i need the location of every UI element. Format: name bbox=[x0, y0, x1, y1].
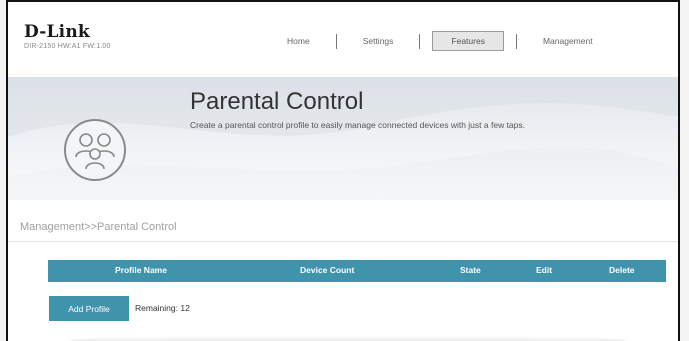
browser-frame: D-Link DIR-2150 HW:A1 FW:1.00 Home Setti… bbox=[6, 0, 680, 341]
column-state: State bbox=[460, 265, 481, 275]
page-title: Parental Control bbox=[190, 88, 364, 115]
brand-name: D-Link bbox=[24, 22, 90, 42]
nav-home[interactable]: Home bbox=[273, 36, 324, 46]
page-subtitle: Create a parental control profile to eas… bbox=[190, 120, 525, 130]
main-nav: Home Settings Features Management bbox=[273, 30, 607, 52]
nav-settings[interactable]: Settings bbox=[349, 36, 408, 46]
column-profile-name: Profile Name bbox=[115, 265, 167, 275]
column-delete: Delete bbox=[609, 265, 635, 275]
section-divider bbox=[8, 241, 678, 242]
dlink-logo[interactable]: D-Link DIR-2150 HW:A1 FW:1.00 bbox=[24, 22, 111, 50]
add-profile-button[interactable]: Add Profile bbox=[49, 296, 129, 321]
family-icon bbox=[64, 119, 126, 181]
column-edit: Edit bbox=[536, 265, 553, 275]
nav-management[interactable]: Management bbox=[529, 36, 607, 46]
nav-separator bbox=[515, 33, 517, 49]
column-device-count: Device Count bbox=[300, 265, 355, 275]
nav-features[interactable]: Features bbox=[432, 31, 504, 51]
profile-table-header: Profile Name Device Count State Edit Del… bbox=[48, 260, 666, 282]
top-header: D-Link DIR-2150 HW:A1 FW:1.00 Home Setti… bbox=[8, 2, 678, 76]
footer-shadow bbox=[68, 336, 628, 341]
model-info: DIR-2150 HW:A1 FW:1.00 bbox=[24, 43, 111, 50]
nav-separator bbox=[419, 33, 421, 49]
remaining-count: Remaining: 12 bbox=[135, 303, 190, 313]
breadcrumb: Management>>Parental Control bbox=[20, 221, 177, 233]
nav-separator bbox=[335, 33, 337, 49]
